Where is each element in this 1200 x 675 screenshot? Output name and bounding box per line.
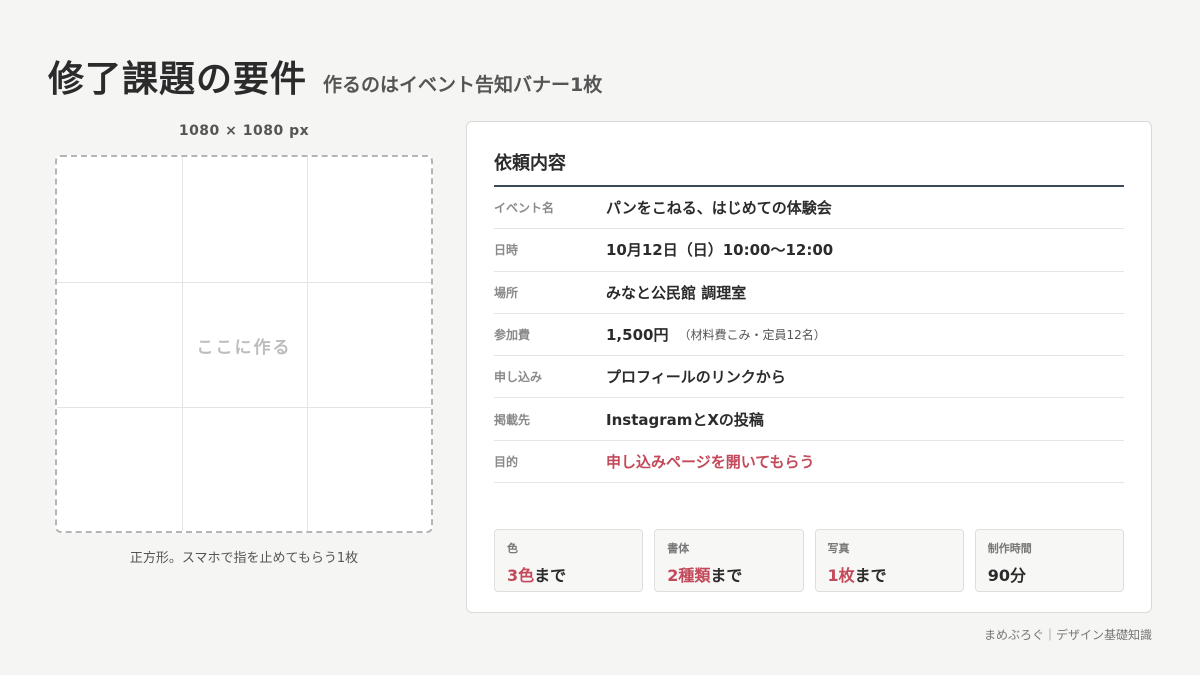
stat-value: 2種類まで: [667, 562, 790, 586]
row-value: 10月12日（日）10:00〜12:00: [606, 241, 834, 260]
canvas-size-label: 1080 × 1080 px: [178, 123, 310, 139]
row-value: みなと公民館 調理室: [606, 283, 747, 302]
row-key: 場所: [494, 285, 519, 300]
table-row: 場所 みなと公民館 調理室: [494, 272, 1124, 314]
constraint-photos: 写真 1枚まで: [814, 529, 964, 592]
row-note: （材料費こみ・定員12名）: [678, 328, 826, 343]
table-row: 申し込み プロフィールのリンクから: [494, 356, 1124, 399]
stat-value-highlight: 1枚: [827, 566, 855, 585]
row-value: パンをこねる、はじめての体験会: [606, 199, 832, 218]
request-table: イベント名 パンをこねる、はじめての体験会 日時 10月12日（日）10:00〜…: [494, 187, 1124, 484]
canvas-caption: 正方形。スマホで指を止めてもらう1枚: [129, 551, 359, 566]
row-value: InstagramとXの投稿: [606, 410, 764, 429]
banner-canvas-placeholder: ここに作る: [55, 155, 433, 533]
table-row: 日時 10月12日（日）10:00〜12:00: [494, 229, 1124, 272]
stat-value-rest: まで: [534, 566, 567, 585]
row-key: 参加費: [494, 328, 531, 343]
stat-value: 90分: [988, 562, 1111, 586]
grid-line: [57, 407, 431, 408]
page-subtitle: 作るのはイベント告知バナー1枚: [323, 74, 603, 96]
stat-value-rest: 90分: [987, 566, 1027, 585]
table-row: 掲載先 InstagramとXの投稿: [494, 398, 1124, 441]
header: 修了課題の要件 作るのはイベント告知バナー1枚: [48, 50, 602, 102]
table-row: 参加費 1,500円 （材料費こみ・定員12名）: [494, 314, 1124, 357]
stat-label: 制作時間: [987, 542, 1032, 555]
stat-value-highlight: 2種類: [667, 566, 711, 585]
request-card: 依頼内容 イベント名 パンをこねる、はじめての体験会 日時 10月12日（日）1…: [466, 121, 1152, 613]
page: 修了課題の要件 作るのはイベント告知バナー1枚 1080 × 1080 px こ…: [0, 0, 1200, 675]
constraints-row: 色 3色まで 書体 2種類まで 写真 1枚まで 制作時間 90分: [494, 529, 1124, 592]
row-key: イベント名: [494, 201, 555, 216]
stat-value-highlight: 3色: [507, 566, 535, 585]
constraint-time: 制作時間 90分: [974, 529, 1124, 592]
row-key: 目的: [494, 454, 519, 469]
stat-label: 書体: [667, 542, 690, 555]
row-value: プロフィールのリンクから: [606, 368, 786, 387]
stat-value: 3色まで: [507, 562, 630, 586]
constraint-fonts: 書体 2種類まで: [654, 529, 804, 592]
grid-line: [57, 282, 431, 283]
stat-value-rest: まで: [854, 566, 887, 585]
row-key: 日時: [494, 243, 519, 258]
table-row: 目的 申し込みページを開いてもらう: [494, 441, 1124, 484]
row-key: 申し込み: [494, 370, 543, 385]
row-key: 掲載先: [494, 412, 531, 427]
row-value: 1,500円: [606, 326, 669, 345]
stat-label: 色: [507, 542, 518, 555]
page-title: 修了課題の要件: [48, 59, 308, 100]
stat-value-rest: まで: [710, 566, 743, 585]
stat-label: 写真: [827, 542, 850, 555]
row-value-goal: 申し込みページを開いてもらう: [606, 452, 815, 471]
footer-credit: まめぶろぐ｜デザイン基礎知識: [983, 628, 1152, 642]
card-title: 依頼内容: [494, 153, 566, 174]
canvas-center-text: ここに作る: [196, 338, 292, 358]
constraint-colors: 色 3色まで: [494, 529, 644, 592]
stat-value: 1枚まで: [828, 562, 951, 586]
table-row: イベント名 パンをこねる、はじめての体験会: [494, 187, 1124, 230]
